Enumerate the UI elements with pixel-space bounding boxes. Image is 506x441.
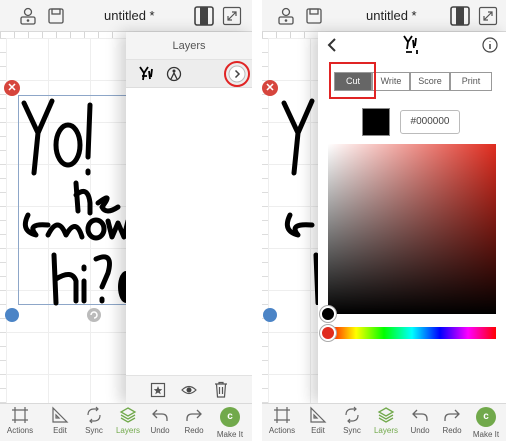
left-screen: untitled * ✕ Layers Actions Edit Sync La… — [0, 0, 252, 441]
save-icon[interactable] — [46, 6, 66, 26]
split-view-icon[interactable] — [194, 6, 214, 26]
lock-handle-icon[interactable] — [5, 308, 19, 322]
undo-icon — [412, 409, 428, 421]
delete-handle-icon[interactable]: ✕ — [262, 80, 278, 96]
tab-print[interactable]: Print — [450, 72, 492, 91]
account-icon[interactable] — [276, 6, 296, 26]
make-it-button[interactable]: c Make It — [210, 406, 250, 439]
document-title: untitled * — [104, 8, 155, 23]
hue-slider-knob[interactable] — [320, 325, 336, 341]
undo-icon — [152, 409, 168, 421]
top-bar: untitled * — [262, 0, 506, 32]
make-it-label: Make It — [216, 430, 244, 439]
current-color-swatch — [362, 108, 390, 136]
sync-icon — [345, 406, 359, 424]
layer-row[interactable] — [126, 60, 252, 88]
trash-icon[interactable] — [214, 381, 228, 398]
layers-footer — [126, 375, 252, 403]
bottom-toolbar: Actions Edit Sync Layers Undo Redo c Mak… — [0, 403, 252, 441]
sync-icon — [87, 406, 101, 424]
sync-label: Sync — [85, 426, 103, 435]
edit-label: Edit — [53, 426, 67, 435]
undo-label: Undo — [410, 426, 430, 435]
chevron-highlight-circle — [224, 61, 250, 87]
design-artwork[interactable] — [278, 95, 322, 305]
layers-icon — [119, 407, 137, 423]
layers-panel: Layers — [126, 32, 252, 403]
actions-button[interactable]: Actions — [262, 406, 302, 435]
make-it-icon: c — [220, 407, 240, 427]
delete-handle-icon[interactable]: ✕ — [4, 80, 20, 96]
actions-label: Actions — [268, 426, 296, 435]
cut-tab-highlight-box — [329, 62, 376, 99]
info-icon[interactable] — [482, 37, 498, 53]
lock-handle-icon[interactable] — [263, 308, 277, 322]
layers-icon — [377, 407, 395, 423]
redo-button[interactable]: Redo — [174, 406, 214, 435]
actions-label: Actions — [6, 426, 34, 435]
edit-icon — [52, 406, 69, 423]
bottom-toolbar: Actions Edit Sync Layers Undo Redo c Mak… — [262, 403, 506, 441]
yo-hello-design-thumbnail — [139, 66, 153, 81]
edit-icon — [310, 406, 327, 423]
tab-score[interactable]: Score — [410, 72, 450, 91]
eye-icon[interactable] — [181, 383, 197, 397]
redo-icon — [186, 409, 202, 421]
redo-label: Redo — [442, 426, 462, 435]
redo-icon — [444, 409, 460, 421]
edit-label: Edit — [311, 426, 325, 435]
design-artwork[interactable] — [18, 95, 138, 310]
layers-label: Layers — [373, 426, 398, 435]
saturation-value-knob[interactable] — [320, 306, 336, 322]
document-title: untitled * — [366, 8, 417, 23]
make-it-label: Make It — [472, 430, 500, 439]
account-icon[interactable] — [18, 6, 38, 26]
tab-write[interactable]: Write — [372, 72, 410, 91]
redo-label: Redo — [184, 426, 204, 435]
actions-button[interactable]: Actions — [0, 406, 40, 435]
back-chevron-icon[interactable] — [326, 38, 338, 52]
fullscreen-icon[interactable] — [478, 6, 498, 26]
sync-label: Sync — [343, 426, 361, 435]
actions-icon — [274, 407, 290, 423]
layers-label: Layers — [115, 426, 140, 435]
make-it-icon: c — [476, 407, 496, 427]
fullscreen-icon[interactable] — [222, 6, 242, 26]
right-screen: untitled * ✕ Cut Write Score Print #0000… — [262, 0, 506, 441]
color-panel: Cut Write Score Print #000000 — [318, 32, 506, 403]
save-icon[interactable] — [304, 6, 324, 26]
hue-slider[interactable] — [328, 327, 496, 339]
top-bar: untitled * — [0, 0, 252, 32]
hex-color-field[interactable]: #000000 — [400, 110, 460, 134]
split-view-icon[interactable] — [450, 6, 470, 26]
yo-hello-design-thumbnail — [403, 35, 418, 54]
image-star-icon[interactable] — [150, 382, 166, 398]
layers-panel-title: Layers — [126, 32, 252, 60]
rotate-handle-icon[interactable] — [86, 307, 102, 323]
cut-blade-icon — [166, 66, 182, 82]
make-it-button[interactable]: c Make It — [466, 406, 506, 439]
saturation-value-picker[interactable] — [328, 144, 496, 314]
undo-label: Undo — [150, 426, 170, 435]
actions-icon — [12, 407, 28, 423]
